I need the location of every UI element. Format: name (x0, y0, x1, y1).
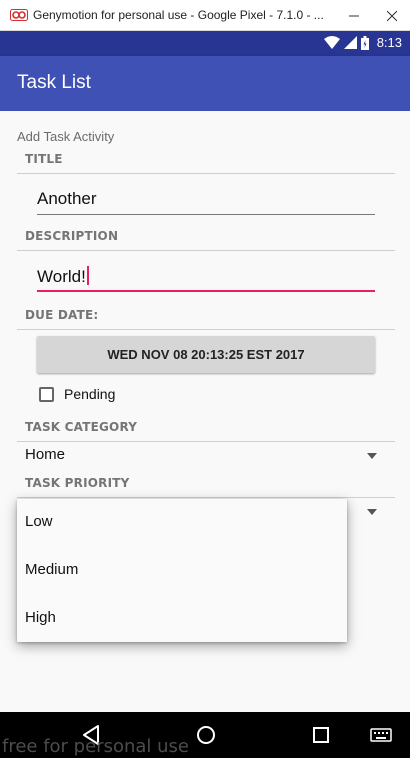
wifi-icon (323, 36, 340, 49)
due-date-header: DUE DATE: (17, 306, 395, 330)
priority-option-medium[interactable]: Medium (17, 547, 347, 595)
priority-option-label: Low (25, 513, 53, 530)
genymotion-logo-icon (10, 9, 28, 21)
keyboard-button[interactable] (368, 722, 394, 748)
window-title: Genymotion for personal use - Google Pix… (33, 8, 324, 22)
pending-row[interactable]: Pending (39, 386, 115, 402)
home-icon (197, 726, 215, 744)
recents-button[interactable] (308, 722, 334, 748)
description-input[interactable]: World! (37, 262, 375, 292)
description-header-label: DESCRIPTION (25, 229, 119, 243)
due-date-button[interactable]: WED NOV 08 20:13:25 EST 2017 (37, 336, 375, 373)
category-header-label: TASK CATEGORY (25, 420, 138, 434)
minimize-icon (349, 15, 359, 16)
title-input[interactable]: Another (37, 185, 375, 215)
due-date-header-label: DUE DATE: (25, 308, 99, 322)
title-input-value: Another (37, 189, 97, 208)
status-time: 8:13 (376, 35, 402, 50)
app-title: Task List (17, 72, 91, 93)
priority-header-label: TASK PRIORITY (25, 476, 130, 490)
close-button[interactable] (372, 0, 410, 31)
description-input-text: World! (37, 266, 89, 287)
dropdown-arrow-icon (367, 453, 377, 459)
keyboard-icon (370, 728, 392, 742)
activity-label: Add Task Activity (17, 129, 115, 144)
category-spinner[interactable]: Home (17, 442, 395, 470)
pending-label: Pending (64, 386, 116, 402)
category-value: Home (25, 446, 66, 463)
battery-icon (360, 35, 369, 50)
priority-option-high[interactable]: High (17, 595, 347, 643)
description-header: DESCRIPTION (17, 227, 395, 251)
app-bar: Task List (0, 56, 410, 111)
window-title-bar: Genymotion for personal use - Google Pix… (0, 0, 410, 31)
text-cursor (86, 266, 89, 285)
priority-option-label: High (25, 609, 56, 626)
dropdown-arrow-icon (367, 509, 377, 515)
status-bar: 8:13 (0, 31, 410, 56)
title-header-label: TITLE (25, 152, 63, 166)
priority-option-low[interactable]: Low (17, 499, 347, 547)
priority-option-label: Medium (25, 561, 79, 578)
recents-icon (313, 727, 329, 743)
priority-header: TASK PRIORITY (17, 474, 395, 498)
minimize-button[interactable] (334, 0, 374, 31)
signal-icon (343, 36, 357, 49)
close-icon (387, 10, 397, 21)
add-task-form: Add Task Activity TITLE Another DESCRIPT… (0, 111, 410, 712)
category-header: TASK CATEGORY (17, 418, 395, 442)
pending-checkbox[interactable] (39, 386, 54, 402)
watermark: free for personal use (2, 736, 189, 757)
title-header: TITLE (17, 150, 395, 174)
description-input-value: World! (37, 267, 86, 286)
priority-dropdown-popup: Low Medium High (17, 499, 347, 642)
home-button[interactable] (193, 722, 219, 748)
